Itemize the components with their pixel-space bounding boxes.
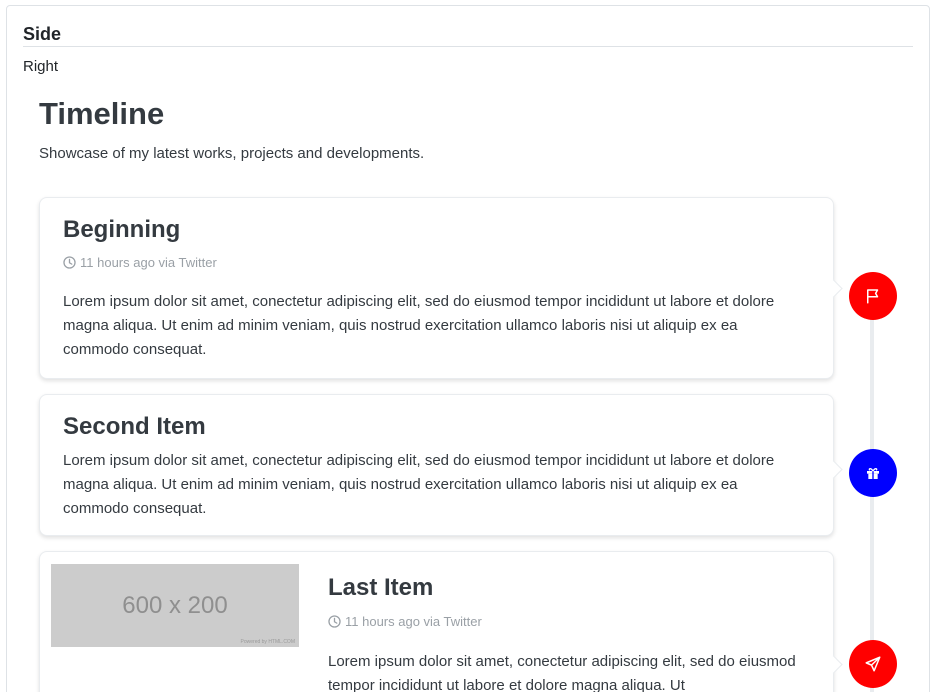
card-meta-text: 11 hours ago via Twitter — [80, 255, 217, 270]
timeline-dot-gift — [849, 449, 897, 497]
timeline-dot-flag — [849, 272, 897, 320]
paper-plane-icon — [865, 656, 881, 672]
card-title: Beginning — [63, 216, 181, 243]
page-subtitle: Showcase of my latest works, projects an… — [39, 145, 425, 162]
flag-icon — [867, 289, 879, 304]
clock-icon — [63, 256, 76, 269]
placeholder-footer: Powered by HTML.COM — [240, 639, 295, 645]
card-title: Last Item — [328, 574, 434, 601]
placeholder-image: 600 x 200 Powered by HTML.COM — [51, 564, 299, 647]
placeholder-label: 600 x 200 — [122, 591, 228, 619]
card-title: Second Item — [63, 413, 206, 440]
page-title: Timeline — [39, 96, 165, 131]
timeline-card-second: Second Item Lorem ipsum dolor sit amet, … — [39, 394, 834, 536]
card-meta: 11 hours ago via Twitter — [328, 614, 482, 629]
timeline-card-beginning: Beginning 11 hours ago via Twitter Lorem… — [39, 197, 834, 379]
card-text: Lorem ipsum dolor sit amet, conectetur a… — [63, 452, 775, 517]
timeline-dot-send — [849, 640, 897, 688]
gift-icon — [867, 468, 879, 479]
side-header: Side — [23, 24, 913, 47]
card-text: Lorem ipsum dolor sit amet, conectetur a… — [63, 293, 775, 358]
card-meta-text: 11 hours ago via Twitter — [345, 614, 482, 629]
card-meta: 11 hours ago via Twitter — [63, 255, 217, 270]
clock-icon — [328, 615, 341, 628]
side-subtext: Right — [23, 58, 59, 75]
timeline-card-last: 600 x 200 Powered by HTML.COM Last Item … — [39, 551, 834, 692]
card-text: Lorem ipsum dolor sit amet, conectetur a… — [328, 653, 796, 692]
